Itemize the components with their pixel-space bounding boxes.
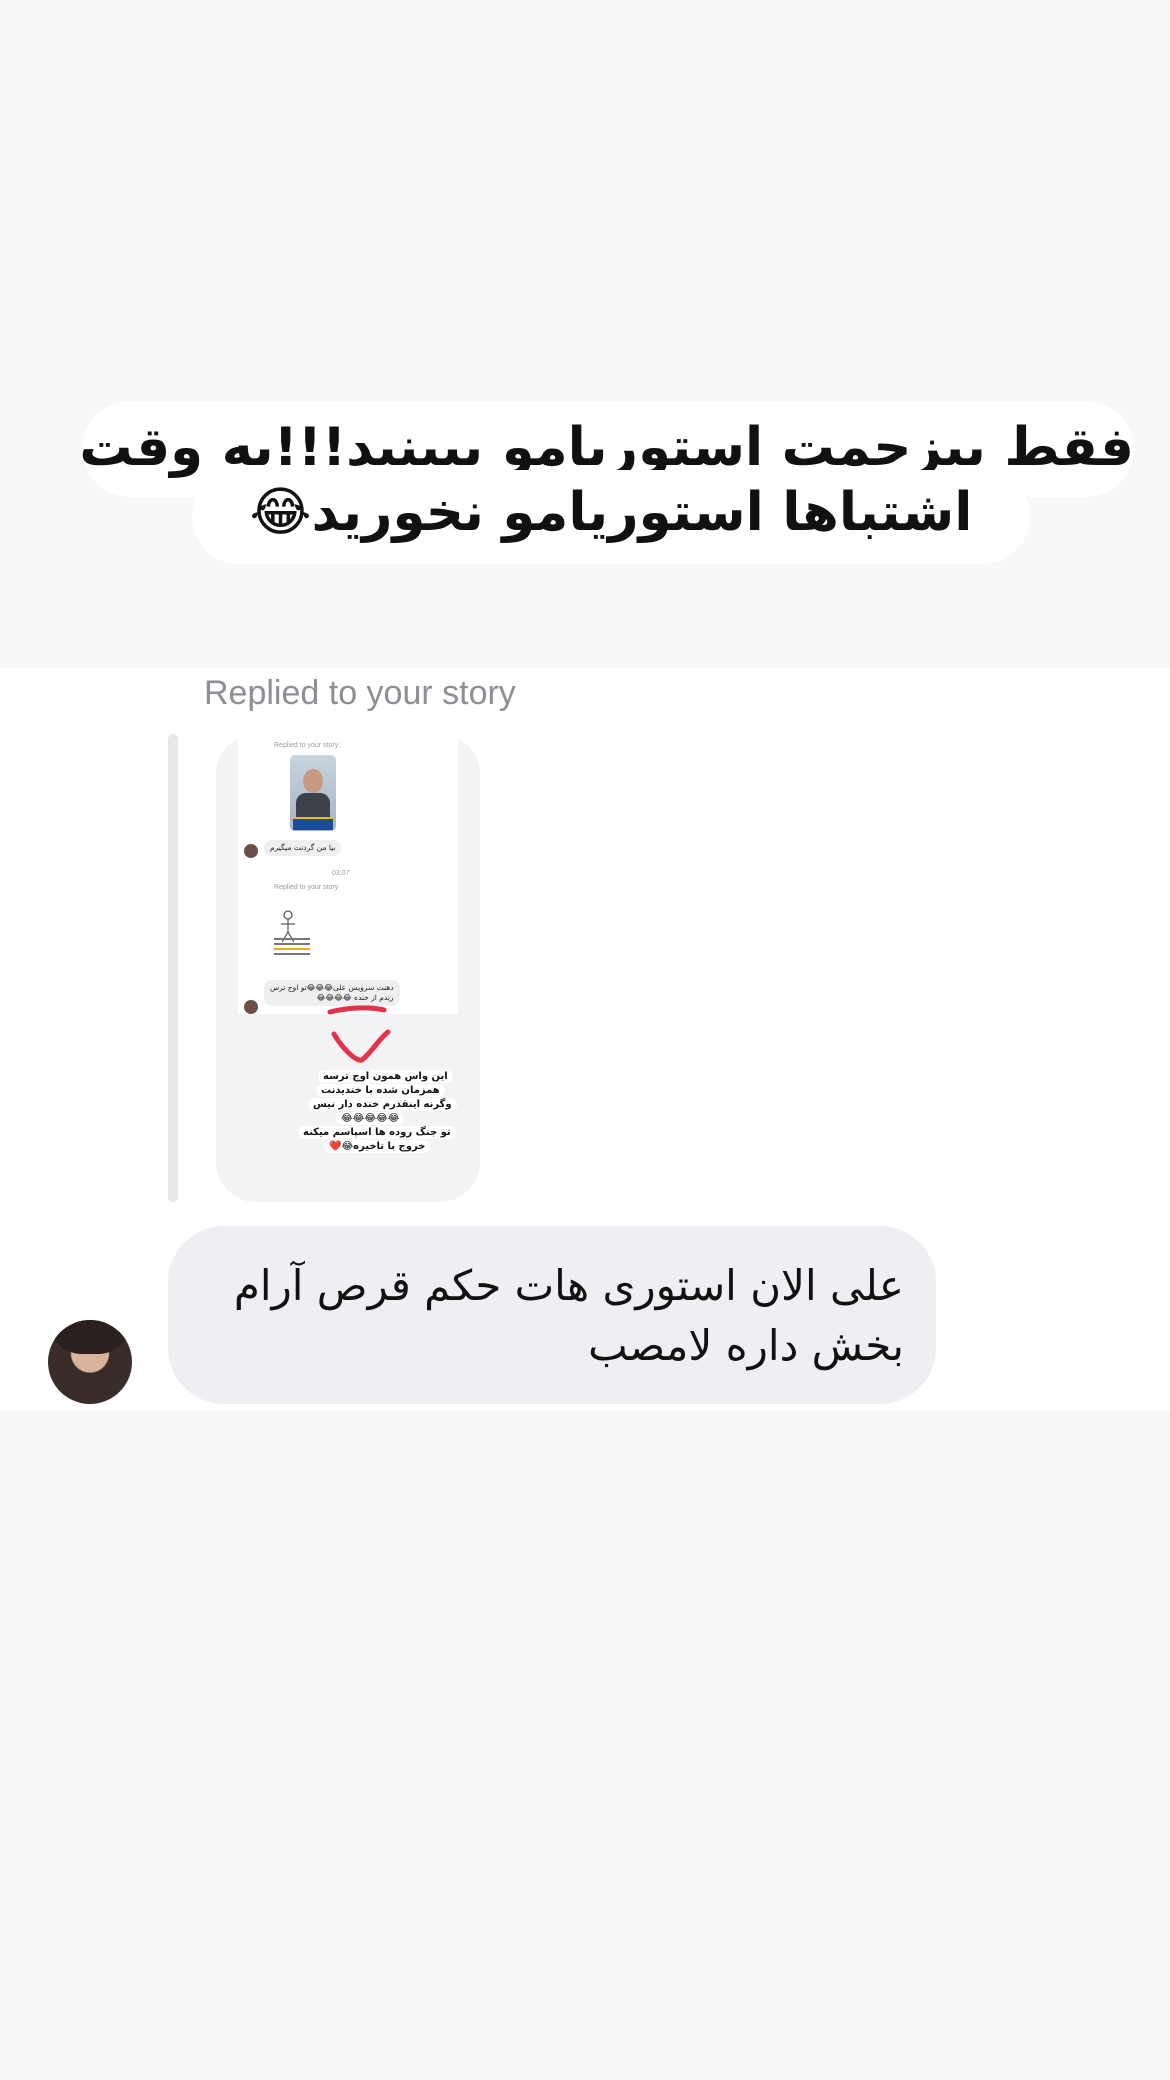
stick-figure-caption [274, 938, 310, 958]
replied-story-preview[interactable]: Replied to your story بیا من گردنت میگیر… [216, 734, 480, 1202]
mini-replied-label: Replied to your story [274, 742, 339, 749]
meme-text-line: این واس همون اوج ترسه [318, 1070, 453, 1083]
meme-text-line: 😂😂😂😂😂 [336, 1112, 405, 1125]
meme-text-line: خروج با تاخیره😂❤️ [324, 1140, 431, 1153]
message-text: علی الان استوری هات حکم قرص آرام بخش دار… [204, 1256, 904, 1376]
mini-avatar [244, 1000, 258, 1014]
mini-avatar [244, 844, 258, 858]
meme-text-line: وگرنه اینقدرم خنده دار نیس [308, 1098, 457, 1111]
mini-replied-label: Replied to your story [274, 884, 339, 891]
mini-story-thumbnail [290, 755, 336, 831]
story-caption-line-2: اشتباها استوریامو نخورید😂 [192, 470, 1030, 564]
reply-indicator-bar [168, 734, 178, 1202]
story-screenshot: Replied to your story بیا من گردنت میگیر… [238, 734, 458, 1014]
mini-message: بیا من گردنت میگیرم [264, 840, 342, 856]
meme-text-line: همزمان شده با خندیدنت [316, 1084, 445, 1097]
red-scribble-icon [327, 1005, 391, 1063]
message-line-1: علی الان استوری هات حکم قرص آرام [233, 1261, 904, 1310]
sender-avatar[interactable] [48, 1320, 132, 1404]
mini-timestamp: 03:07 [332, 870, 350, 877]
replied-to-story-label: Replied to your story [204, 674, 516, 712]
mini-message: دهنت سرویس علی😂😂😂تو اوج ترس ریدم از خنده… [264, 980, 400, 1006]
meme-text-line: تو جنگ روده ها اسپاسم میکنه [298, 1126, 456, 1139]
message-line-2: بخش داره لامصب [588, 1321, 904, 1370]
mini-message-line: ریدم از خنده 😂😂😂😂 [316, 993, 394, 1002]
mini-message-line: دهنت سرویس علی😂😂😂تو اوج ترس [270, 983, 394, 992]
